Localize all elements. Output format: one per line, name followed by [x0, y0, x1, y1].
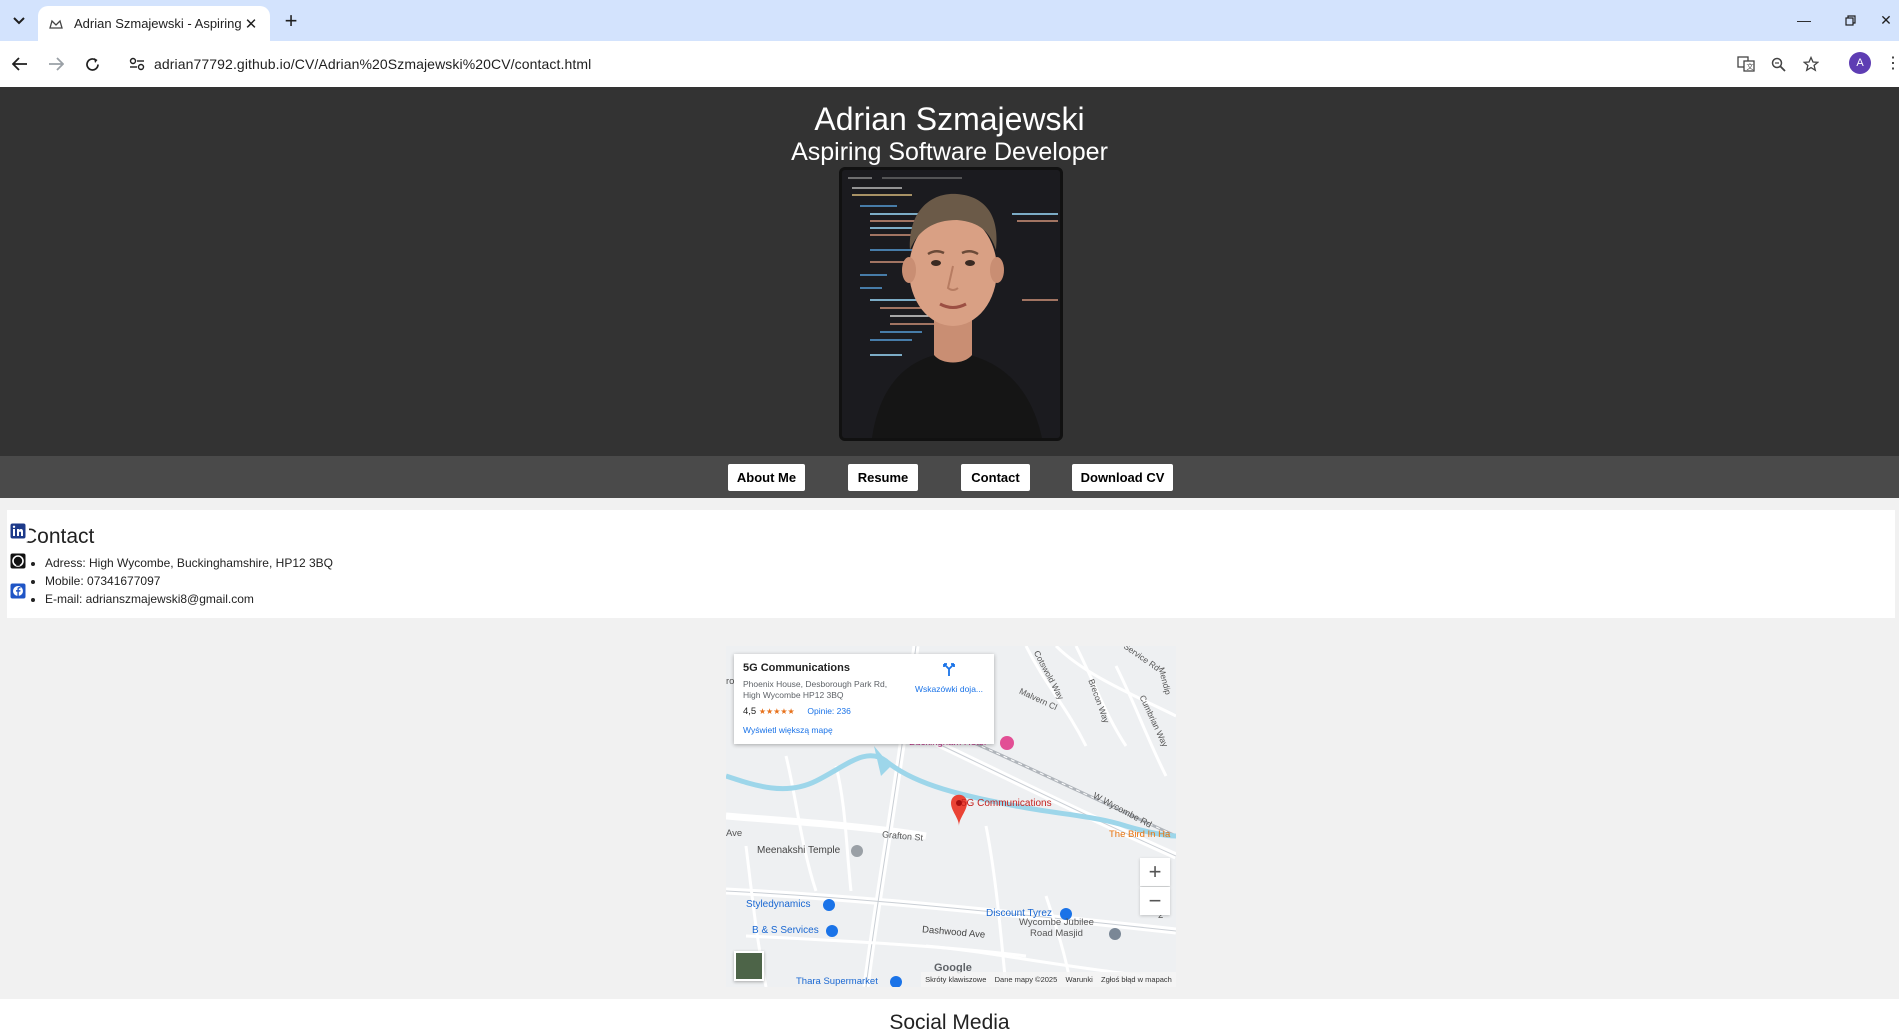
map-label-temple: Meenakshi Temple [757, 845, 841, 856]
linkedin-icon[interactable] [7, 520, 29, 542]
map-label-bird: The Bird In Ha [1109, 829, 1171, 840]
close-tab-icon[interactable]: ✕ [242, 15, 260, 33]
tab-favicon-icon [48, 16, 64, 32]
hero-header: Adrian Szmajewski Aspiring Software Deve… [0, 87, 1899, 456]
github-icon[interactable] [7, 550, 29, 572]
map-label-masjid: Wycombe Jubilee Road Masjid [1019, 917, 1094, 939]
social-media-heading: Social Media [889, 1011, 1010, 1031]
map-rating: 4,5 ★★★★★ Opinie: 236 [743, 706, 985, 717]
minimize-icon[interactable]: — [1784, 8, 1824, 32]
map-label-styledynamics: Styledynamics [746, 899, 811, 910]
map-zoom-in-button[interactable]: + [1140, 858, 1170, 886]
bookmark-star-icon[interactable] [1799, 52, 1823, 76]
nav-about-button[interactable]: About Me [728, 464, 805, 491]
nav-download-cv-button[interactable]: Download CV [1072, 464, 1173, 491]
map-reviews-link[interactable]: Opinie: 236 [807, 706, 850, 716]
map-label-bs-services: B & S Services [752, 925, 819, 936]
contact-section: Contact Adress: High Wycombe, Buckingham… [7, 510, 1895, 618]
browser-menu-icon[interactable]: ⋮ [1885, 52, 1899, 74]
tab-search-button[interactable] [8, 10, 30, 32]
browser-toolbar: adrian77792.github.io/CV/Adrian%20Szmaje… [0, 41, 1899, 87]
main-nav: About Me Resume Contact Download CV [0, 456, 1899, 498]
map-footer-terms[interactable]: Warunki [1066, 975, 1093, 984]
map-footer-shortcuts[interactable]: Skróty klawiszowe [925, 975, 986, 984]
map-pin-label[interactable]: 5G Communications [961, 798, 1052, 809]
directions-icon [943, 663, 955, 676]
page-subtitle: Aspiring Software Developer [791, 138, 1108, 166]
tab-title: Adrian Szmajewski - Aspiring So [74, 16, 242, 31]
map-label-thara: Thara Supermarket [796, 976, 878, 987]
map-label-masjid-line2: Road Masjid [1030, 928, 1083, 939]
map-footer-report[interactable]: Zgłoś błąd w mapach [1101, 975, 1172, 984]
social-sidebar [7, 520, 29, 610]
nav-contact-button[interactable]: Contact [961, 464, 1030, 491]
map-zoom-out-button[interactable]: − [1140, 887, 1170, 915]
address-bar[interactable]: adrian77792.github.io/CV/Adrian%20Szmaje… [120, 47, 1817, 81]
map-rating-value: 4,5 [743, 706, 757, 717]
map-label-ave: Ave [726, 828, 743, 839]
back-arrow-icon [12, 57, 27, 71]
forward-button[interactable] [44, 52, 68, 76]
profile-photo [839, 167, 1063, 441]
url-text: adrian77792.github.io/CV/Adrian%20Szmaje… [154, 56, 592, 72]
restore-icon[interactable] [1830, 8, 1870, 32]
translate-icon[interactable]: 文 [1734, 52, 1758, 76]
site-info-icon[interactable] [120, 57, 154, 71]
zoom-icon[interactable] [1766, 52, 1790, 76]
page-title: Adrian Szmajewski [814, 101, 1085, 137]
map-place-address: Phoenix House, Desborough Park Rd, High … [743, 679, 888, 700]
profile-avatar[interactable]: A [1849, 52, 1871, 74]
page-viewport: Adrian Szmajewski Aspiring Software Deve… [0, 87, 1899, 1031]
map-info-card: 5G Communications Phoenix House, Desboro… [734, 654, 994, 744]
embedded-map[interactable]: Buckingham Hotel 5G Communications Meena… [726, 646, 1176, 987]
map-label-masjid-line1: Wycombe Jubilee [1019, 917, 1094, 928]
contact-address: Adress: High Wycombe, Buckinghamshire, H… [45, 554, 333, 572]
nav-resume-button[interactable]: Resume [848, 464, 918, 491]
star-rating-icon: ★★★★★ [758, 707, 795, 716]
map-footer: Skróty klawiszowe Dane mapy ©2025 Warunk… [921, 972, 1176, 987]
close-window-icon[interactable]: ✕ [1873, 8, 1899, 32]
contact-heading: Contact [22, 525, 95, 548]
facebook-icon[interactable] [7, 580, 29, 602]
contact-list: Adress: High Wycombe, Buckinghamshire, H… [45, 554, 333, 608]
svg-text:文: 文 [1747, 62, 1754, 71]
reload-button[interactable] [80, 52, 104, 76]
reload-icon [85, 57, 99, 71]
chevron-down-icon [13, 17, 25, 25]
browser-tab-bar: Adrian Szmajewski - Aspiring So ✕ + — ✕ [0, 0, 1899, 41]
map-directions-label: Wskazówki doja... [914, 684, 984, 694]
map-bigger-link[interactable]: Wyświetl większą mapę [743, 725, 985, 735]
back-button[interactable] [8, 52, 32, 76]
contact-mobile: Mobile: 07341677097 [45, 572, 333, 590]
contact-email: E-mail: adrianszmajewski8@gmail.com [45, 590, 333, 608]
map-footer-data: Dane mapy ©2025 [994, 975, 1058, 984]
new-tab-button[interactable]: + [280, 10, 302, 32]
map-directions-button[interactable]: Wskazówki doja... [909, 662, 989, 694]
map-layer-toggle[interactable] [734, 951, 764, 981]
forward-arrow-icon [49, 57, 64, 71]
browser-tab[interactable]: Adrian Szmajewski - Aspiring So ✕ [38, 6, 270, 41]
